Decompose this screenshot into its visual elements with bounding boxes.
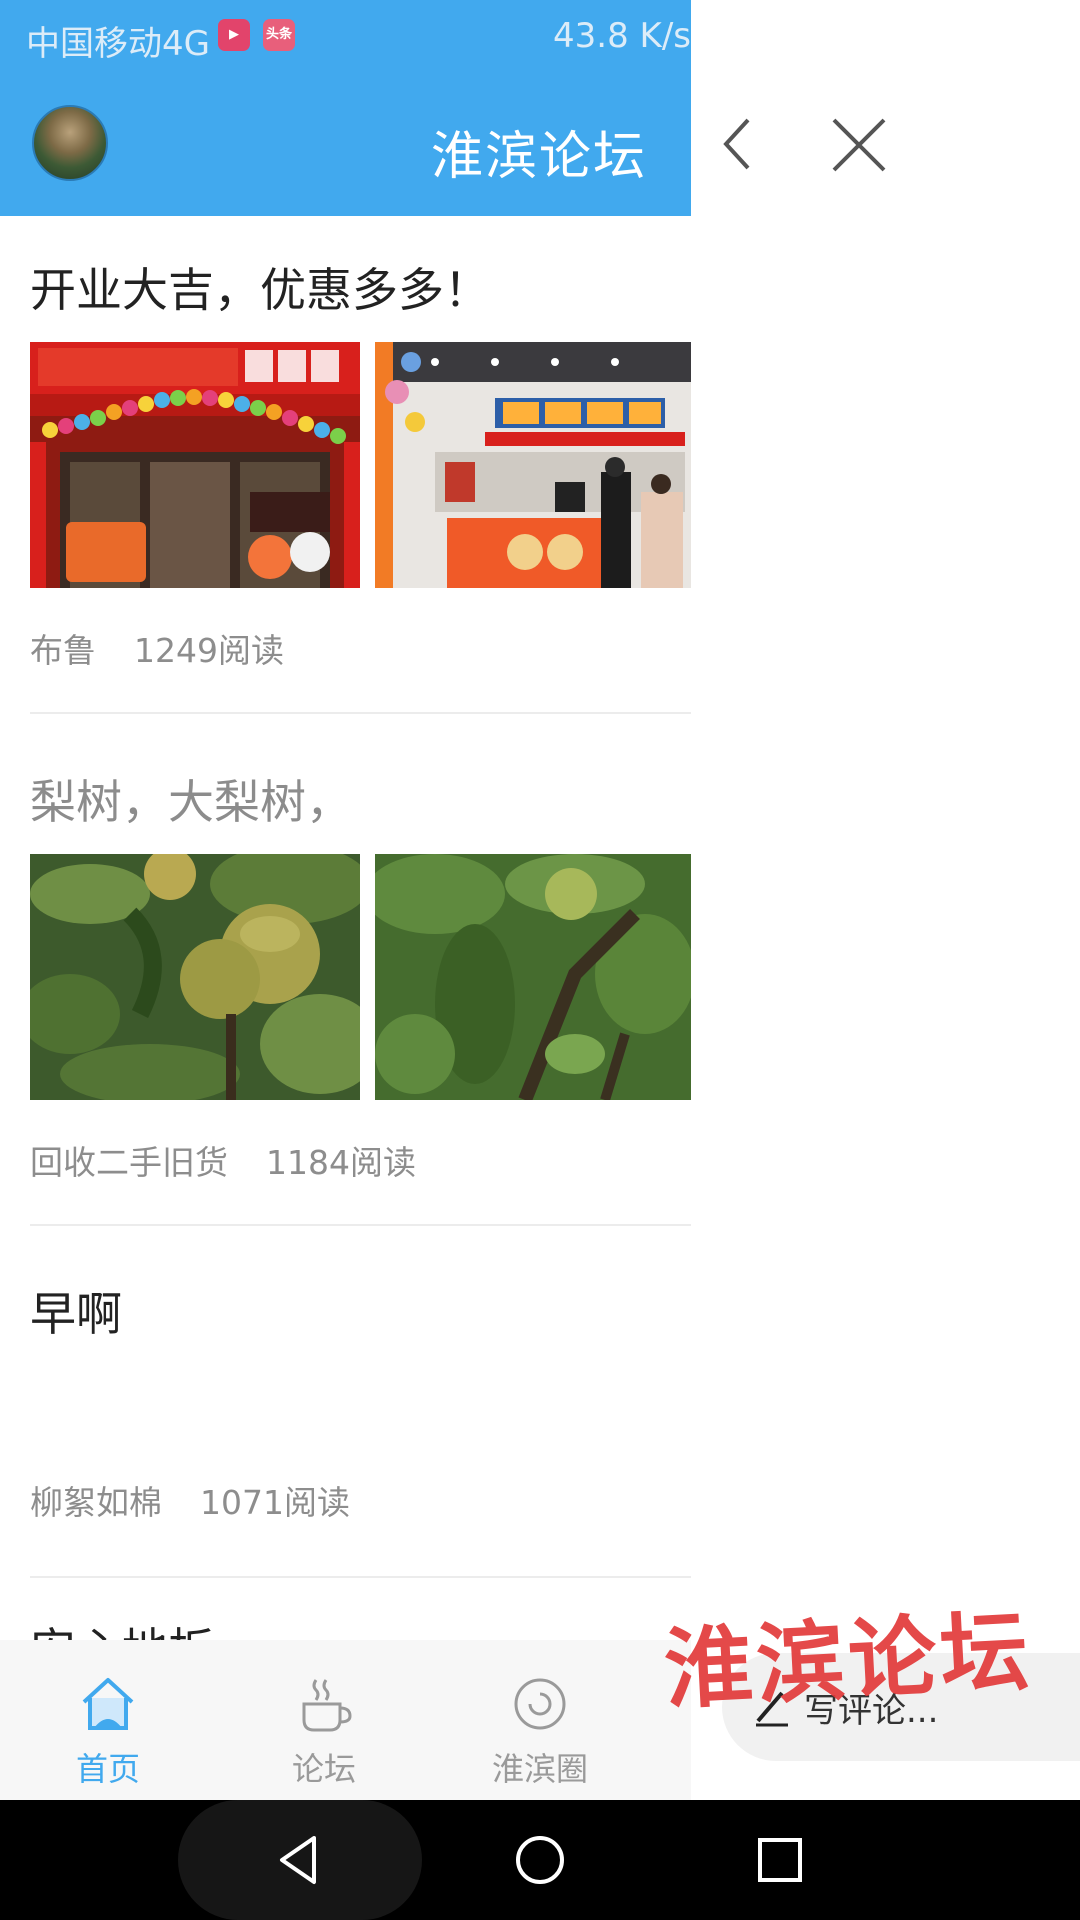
back-button[interactable]	[704, 110, 774, 180]
video-app-icon: ▶	[218, 19, 250, 51]
post-reads: 1184阅读	[266, 1143, 416, 1182]
circle-icon	[514, 1678, 566, 1730]
coffee-cup-icon	[302, 1679, 352, 1732]
system-back-icon[interactable]	[270, 1830, 330, 1890]
post-author[interactable]: 柳絮如棉	[30, 1483, 162, 1522]
post-meta: 回收二手旧货 1184阅读	[30, 1136, 416, 1184]
post-author[interactable]: 回收二手旧货	[30, 1143, 228, 1182]
network-speed: 43.8 K/s	[553, 16, 691, 56]
post-image[interactable]	[375, 342, 691, 588]
divider	[30, 712, 691, 714]
post-images	[30, 342, 691, 588]
tab-circle[interactable]: 淮滨圈	[460, 1640, 620, 1800]
watermark: 淮滨论坛	[661, 1598, 1035, 1722]
post-image[interactable]	[30, 854, 360, 1100]
post-image[interactable]	[30, 342, 360, 588]
chevron-left-icon	[723, 118, 750, 170]
system-nav-bar	[0, 1800, 1080, 1920]
post-author[interactable]: 布鲁	[30, 631, 96, 670]
post-reads: 1071阅读	[200, 1483, 350, 1522]
post-image[interactable]	[375, 854, 691, 1100]
status-bar: 中国移动4G ▶ 头条 43.8 K/s	[0, 0, 691, 76]
tab-home[interactable]: 首页	[28, 1640, 188, 1800]
post-meta: 布鲁 1249阅读	[30, 624, 284, 672]
close-icon	[832, 118, 886, 172]
tab-label: 首页	[75, 1750, 140, 1788]
divider	[30, 1576, 691, 1578]
post-reads: 1249阅读	[134, 631, 284, 670]
post-meta: 柳絮如棉 1071阅读	[30, 1476, 350, 1524]
carrier-label: 中国移动4G	[26, 24, 210, 64]
avatar[interactable]	[32, 105, 108, 181]
toutiao-app-icon: 头条	[263, 19, 295, 51]
home-icon	[82, 1678, 134, 1730]
post-title[interactable]: 早啊	[30, 1278, 122, 1344]
page-title: 淮滨论坛	[430, 127, 647, 187]
tab-label: 论坛	[291, 1750, 356, 1788]
post-title[interactable]: 梨树，大梨树，	[30, 766, 352, 832]
bottom-tab-bar: 首页 论坛 淮滨圈	[0, 1640, 691, 1800]
app-header: 淮滨论坛	[0, 76, 691, 216]
post-images	[30, 854, 691, 1100]
tab-forum[interactable]: 论坛	[244, 1640, 404, 1800]
close-button[interactable]	[824, 110, 894, 180]
tab-label: 淮滨圈	[491, 1750, 588, 1788]
divider	[30, 1224, 691, 1226]
system-recents-icon[interactable]	[750, 1830, 810, 1890]
system-home-icon[interactable]	[510, 1830, 570, 1890]
app-webview: 中国移动4G ▶ 头条 43.8 K/s 淮滨论坛 开业大吉，优惠多多！ 布鲁 …	[0, 0, 691, 1800]
post-title[interactable]: 开业大吉，优惠多多！	[30, 254, 490, 320]
